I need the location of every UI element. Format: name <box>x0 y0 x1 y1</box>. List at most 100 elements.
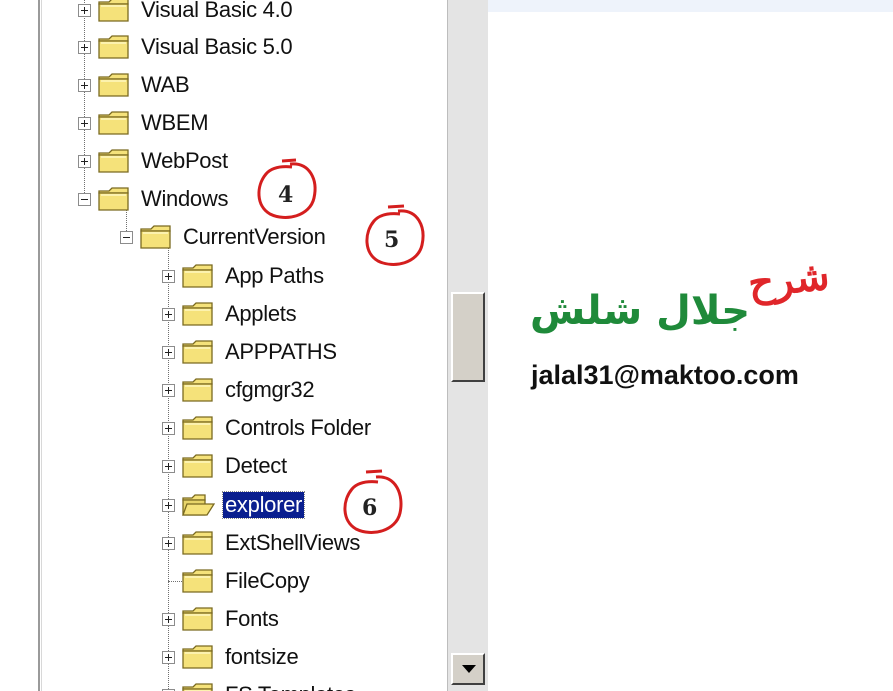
plus-stroke <box>168 501 169 509</box>
author-email: jalal31@maktoo.com <box>531 360 799 390</box>
expand-icon[interactable] <box>162 612 175 626</box>
tree-item[interactable]: FileCopy <box>162 565 311 597</box>
tree-item[interactable]: Fonts <box>162 603 281 635</box>
tree-item-label: FS Templates <box>223 682 358 691</box>
tree-item-label: FileCopy <box>225 568 310 593</box>
tree-item-label: Windows <box>141 186 229 211</box>
collapse-icon[interactable] <box>120 230 133 244</box>
tree-item[interactable]: Applets <box>162 298 298 330</box>
plus-stroke <box>84 119 85 127</box>
folder-icon <box>181 301 215 327</box>
folder-icon <box>97 148 131 174</box>
tree-item[interactable]: fontsize <box>162 641 300 673</box>
tree-item-label: fontsize <box>225 644 299 669</box>
expand-icon[interactable] <box>162 383 175 397</box>
tree-item-label: APPPATHS <box>225 339 337 364</box>
tree-item[interactable]: WBEM <box>78 107 210 139</box>
folder-icon <box>97 34 131 60</box>
expand-icon[interactable] <box>78 40 91 54</box>
folder-icon <box>139 224 173 250</box>
expand-icon[interactable] <box>162 421 175 435</box>
tree-item[interactable]: CurrentVersion <box>120 221 328 253</box>
registry-tree[interactable]: Visual Basic 4.0 Visual Basic 5.0 WAB WBEM W… <box>0 0 447 691</box>
callout-4: 4 <box>252 158 322 224</box>
expand-icon[interactable] <box>162 536 175 550</box>
tree-item-label: Applets <box>225 301 297 326</box>
tree-item[interactable]: cfgmgr32 <box>162 374 316 406</box>
plus-stroke <box>168 386 169 394</box>
callout-number: 6 <box>362 495 378 521</box>
plus-stroke <box>84 81 85 89</box>
tree-item[interactable]: Visual Basic 5.0 <box>78 31 294 63</box>
tree-item[interactable]: App Paths <box>162 260 326 292</box>
tree-item-label: App Paths <box>225 263 324 288</box>
tree-item[interactable]: WAB <box>78 69 191 101</box>
tree-item[interactable]: APPPATHS <box>162 336 339 368</box>
down-arrow-icon <box>462 665 476 673</box>
minus-stroke <box>123 236 130 238</box>
expand-icon[interactable] <box>162 459 175 473</box>
plus-stroke <box>168 462 169 470</box>
tree-item-label: CurrentVersion <box>183 224 326 249</box>
tree-item-label: Visual Basic 5.0 <box>141 34 293 59</box>
expand-icon[interactable] <box>162 345 175 359</box>
expand-icon[interactable] <box>162 498 175 512</box>
signature-title: شرح <box>745 251 832 308</box>
folder-icon <box>181 415 215 441</box>
plus-stroke <box>84 43 85 51</box>
tree-item[interactable]: explorer <box>162 489 306 521</box>
plus-stroke <box>168 272 169 280</box>
plus-stroke <box>168 310 169 318</box>
tree-item-label: Visual Basic 4.0 <box>141 0 293 22</box>
plus-stroke <box>168 539 169 547</box>
tree-item-label: Detect <box>225 453 287 478</box>
plus-stroke <box>168 615 169 623</box>
tree-item-label: Controls Folder <box>225 415 371 440</box>
tree-item-label: Fonts <box>225 606 279 631</box>
tree-item[interactable]: Controls Folder <box>162 412 373 444</box>
author-signature: شرح جلال شلش <box>530 250 860 345</box>
plus-stroke <box>84 157 85 165</box>
tree-item[interactable]: WebPost <box>78 145 230 177</box>
folder-icon <box>181 530 215 556</box>
tree-item[interactable]: Visual Basic 4.0 <box>78 0 294 26</box>
vertical-scrollbar[interactable] <box>447 0 488 691</box>
folder-icon <box>97 110 131 136</box>
scroll-down-button[interactable] <box>451 653 485 685</box>
expand-icon[interactable] <box>162 307 175 321</box>
tree-border <box>38 0 40 691</box>
folder-icon <box>97 186 131 212</box>
scrollbar-thumb[interactable] <box>451 292 485 382</box>
tree-item[interactable]: ExtShellViews <box>162 527 362 559</box>
tree-item-label-selected: explorer <box>221 491 306 519</box>
minus-stroke <box>81 198 88 200</box>
expand-icon[interactable] <box>78 78 91 92</box>
tree-item[interactable]: FS Templates <box>162 679 358 691</box>
plus-stroke <box>168 424 169 432</box>
folder-icon <box>181 453 215 479</box>
plus-stroke <box>168 653 169 661</box>
expand-icon[interactable] <box>78 116 91 130</box>
tree-border-highlight <box>41 0 42 691</box>
expand-icon[interactable] <box>162 269 175 283</box>
callout-5: 5 <box>358 203 430 273</box>
tree-item[interactable]: Windows <box>78 183 230 215</box>
folder-icon <box>181 644 215 670</box>
expand-icon[interactable] <box>78 3 91 17</box>
tree-item[interactable]: Detect <box>162 450 289 482</box>
folder-icon <box>181 568 215 594</box>
plus-stroke <box>168 348 169 356</box>
collapse-icon[interactable] <box>78 192 91 206</box>
folder-icon <box>181 377 215 403</box>
folder-icon <box>181 263 215 289</box>
folder-icon <box>181 339 215 365</box>
folder-icon <box>181 606 215 632</box>
callout-6: 6 <box>336 467 408 541</box>
expand-icon[interactable] <box>162 650 175 664</box>
open-folder-icon <box>181 492 215 518</box>
tree-item-label: cfgmgr32 <box>225 377 315 402</box>
tree-item-label: WBEM <box>141 110 209 135</box>
expand-icon[interactable] <box>78 154 91 168</box>
signature-name: جلال شلش <box>530 288 751 334</box>
folder-icon <box>97 72 131 98</box>
